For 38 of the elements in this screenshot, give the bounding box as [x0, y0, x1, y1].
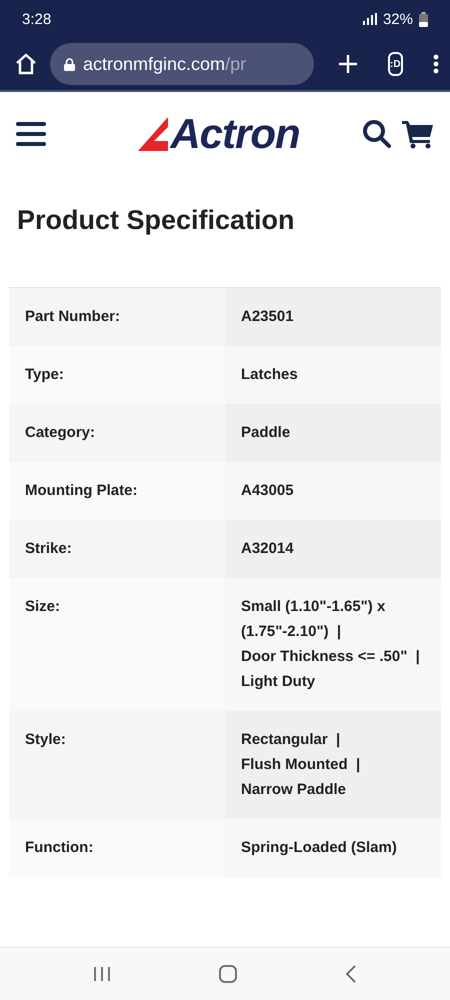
spec-value: Door Thickness <= .50" | — [241, 647, 421, 667]
logo[interactable]: Actron — [170, 110, 300, 158]
spec-value: Small (1.10"-1.65") x (1.75"-2.10") | — [241, 597, 386, 642]
cart-button[interactable] — [402, 118, 434, 148]
spec-value: A43005 — [241, 481, 295, 501]
clock-time: 3:28 — [22, 10, 52, 28]
spec-value: Narrow Paddle — [241, 780, 348, 800]
spec-label: Part Number: — [9, 288, 225, 346]
back-button[interactable] — [344, 964, 357, 984]
signal-icon — [362, 13, 377, 25]
battery-percent: 32% — [382, 10, 413, 28]
new-tab-button[interactable] — [338, 54, 358, 74]
spec-label: Function: — [9, 819, 225, 877]
page-title: Product Specification — [17, 205, 296, 237]
address-bar[interactable]: actronmfginc.com/pr — [50, 43, 314, 85]
spec-value: Light Duty — [241, 672, 316, 692]
spec-label: Style: — [9, 711, 225, 819]
recent-apps-button[interactable] — [93, 966, 112, 982]
battery-icon — [419, 12, 428, 26]
spec-value: A32014 — [241, 539, 295, 559]
spec-label: Category: — [9, 404, 225, 462]
spec-label: Mounting Plate: — [9, 462, 225, 520]
search-button[interactable] — [362, 118, 392, 148]
spec-value: Rectangular | — [241, 730, 342, 750]
spec-value: Flush Mounted | — [241, 755, 362, 775]
spec-value: A23501 — [241, 307, 295, 327]
spec-value: Paddle — [241, 423, 292, 443]
spec-label: Type: — [9, 346, 225, 404]
menu-button[interactable] — [16, 122, 46, 146]
url-text: actronmfginc.com/pr — [83, 54, 246, 74]
spec-label: Size: — [9, 578, 225, 711]
tab-switcher-button[interactable]: :D — [388, 52, 403, 76]
spec-value: Spring-Loaded (Slam) — [241, 838, 398, 858]
lock-icon — [64, 58, 75, 70]
logo-mark-icon — [138, 116, 168, 150]
spec-label: Strike: — [9, 520, 225, 578]
menu-button[interactable] — [432, 54, 439, 74]
spec-value: Latches — [241, 365, 299, 385]
